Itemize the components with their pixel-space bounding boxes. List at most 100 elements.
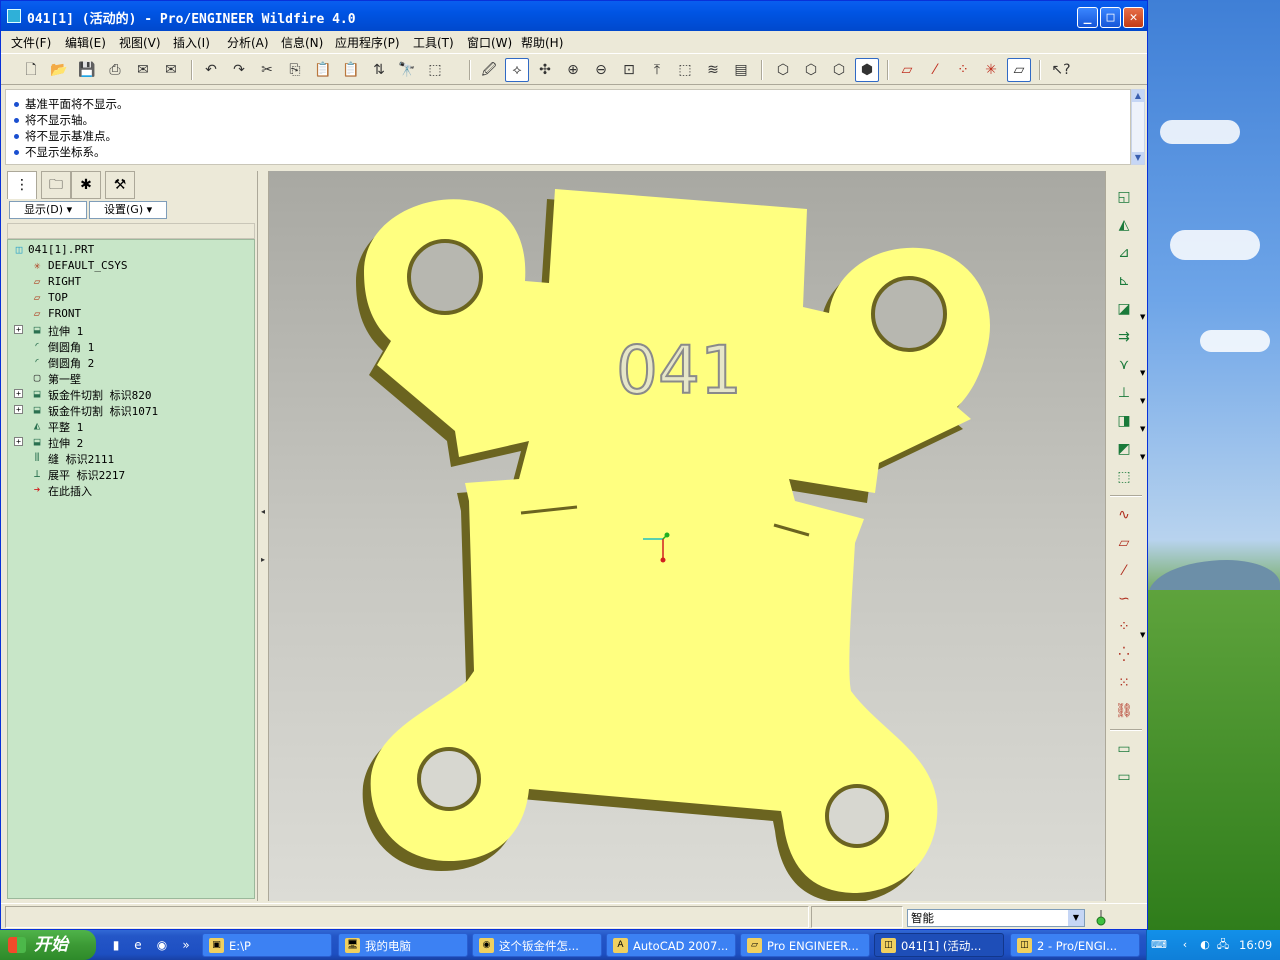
datum-planes-icon[interactable]: ▱ [895,58,919,82]
message-scrollbar[interactable]: ▲ ▼ [1131,89,1145,165]
convert-icon[interactable]: ⬚ [1112,465,1136,489]
show-desktop-icon[interactable]: ▮ [108,937,124,953]
taskbar-button[interactable]: ▣ E:\P [202,933,332,957]
chevron-down-icon[interactable]: ▼ [1068,910,1084,926]
tree-item[interactable]: ▱ TOP [8,290,248,306]
quicklaunch-more-icon[interactable]: » [178,937,194,953]
show-button[interactable]: 显示(D) ▾ [9,201,87,219]
datum-axis-icon[interactable]: ⁄ [1112,559,1136,583]
form-icon[interactable]: ⋎ ▼ [1112,353,1146,377]
menu-applications[interactable]: 应用程序(P) [335,34,400,51]
no-hidden-icon[interactable]: ⬡ [827,58,851,82]
email-icon[interactable]: ✉ [131,58,155,82]
datum-points-icon[interactable]: ⁘ [951,58,975,82]
media-player-icon[interactable]: ◉ [154,937,170,953]
refit-icon[interactable]: ⊡ [617,58,641,82]
tree-item[interactable]: + ⬓ 拉伸 2 [8,434,248,450]
select-box-icon[interactable]: ⬚ [423,58,447,82]
chevron-down-icon[interactable]: ▼ [1140,623,1145,647]
menu-view[interactable]: 视图(V) [119,34,161,51]
taskbar-button[interactable]: 🖥 我的电脑 [338,933,468,957]
network-icon[interactable]: 🖧 [1215,937,1231,953]
minimize-button[interactable]: _ [1077,7,1098,28]
model-view[interactable]: 041 [269,171,1105,901]
print-icon[interactable]: ⎙ [103,58,127,82]
chevron-down-icon[interactable]: ▼ [1140,389,1145,413]
expand-right-icon[interactable]: ▸ [261,555,266,569]
title-bar[interactable]: 041[1] (活动的) - Pro/ENGINEER Wildfire 4.0… [1,1,1147,31]
tree-item[interactable]: + ⬓ 钣金件切割 标识820 [8,386,248,402]
bend-icon[interactable]: ⊥ ▼ [1112,381,1146,405]
taskbar-button[interactable]: ◫ 041[1] (活动... [874,933,1004,957]
save-icon[interactable]: 💾 [75,58,99,82]
new-icon[interactable]: 🗋 [19,58,43,82]
flat-wall-icon[interactable]: ◱ [1112,185,1136,209]
sketch-tool-icon[interactable]: ▭ [1112,737,1136,761]
layers-icon[interactable]: ≋ [701,58,725,82]
favorites-tab[interactable]: ✱ [71,171,101,199]
hidden-line-icon[interactable]: ⬡ [799,58,823,82]
connections-tab[interactable]: ⚒ [105,171,135,199]
folder-browser-tab[interactable]: 🗀 [41,171,71,199]
tree-item[interactable]: ✳ DEFAULT_CSYS [8,258,248,274]
tree-item[interactable]: ⊥ 展平 标识2217 [8,466,248,482]
tree-item[interactable]: ⫴ 缝 标识2111 [8,450,248,466]
flange-icon[interactable]: ◭ [1112,213,1136,237]
context-help-icon[interactable]: ↖? [1049,58,1073,82]
datum-axes-icon[interactable]: ⁄ [923,58,947,82]
redo-icon[interactable]: ↷ [227,58,251,82]
taskbar-button[interactable]: ◉ 这个钣金件怎... [472,933,602,957]
menu-insert[interactable]: 插入(I) [173,34,210,51]
copy-icon[interactable]: ⎘ [283,58,307,82]
datum-plane-icon[interactable]: ▱ [1112,531,1136,555]
sketch-tool-2-icon[interactable]: ▭ [1112,765,1136,789]
bend-back-icon[interactable]: ⊾ [1112,269,1136,293]
selection-filter-select[interactable]: 智能 ▼ [907,909,1085,927]
paste-icon[interactable]: 📋 [311,58,335,82]
view-manager-icon[interactable]: ▤ [729,58,753,82]
menu-info[interactable]: 信息(N) [281,34,323,51]
chevron-down-icon[interactable]: ▼ [1140,305,1145,329]
close-button[interactable]: ✕ [1123,7,1144,28]
chevron-down-icon[interactable]: ▼ [1140,361,1145,385]
datum-point-icon[interactable]: ⁘ ▼ [1112,615,1145,639]
unbend-icon[interactable]: ⊿ [1112,241,1136,265]
spin-center-icon[interactable]: ⟡ [505,58,529,82]
tray-expand-icon[interactable]: ‹ [1177,937,1193,953]
menu-tools[interactable]: 工具(T) [413,34,454,51]
sketch-curve-icon[interactable]: ∽ [1112,587,1136,611]
orient-icon[interactable]: ✣ [533,58,557,82]
csys-icon[interactable]: ✳ [979,58,1003,82]
repaint-icon[interactable]: 🖉 [477,58,501,82]
undo-icon[interactable]: ↶ [199,58,223,82]
cut-icon[interactable]: ◪ ▼ [1112,297,1145,321]
find-icon[interactable]: 🔭 [395,58,419,82]
expand-icon[interactable]: + [14,437,23,446]
email-attach-icon[interactable]: ✉ [159,58,183,82]
taskbar-button[interactable]: ▱ Pro ENGINEER... [740,933,870,957]
expand-icon[interactable]: + [14,325,23,334]
menu-window[interactable]: 窗口(W) [467,34,512,51]
taskbar-button[interactable]: A AutoCAD 2007... [606,933,736,957]
ie-icon[interactable]: e [130,937,146,953]
zoom-out-icon[interactable]: ⊖ [589,58,613,82]
start-button[interactable]: 开始 [0,930,96,960]
paste-special-icon[interactable]: 📋 [339,58,363,82]
menu-edit[interactable]: 编辑(E) [65,34,106,51]
tree-item[interactable]: ◜ 倒圆角 2 [8,354,248,370]
collapse-left-icon[interactable]: ◂ [261,507,266,521]
tree-item[interactable]: ▱ RIGHT [8,274,248,290]
reorient-icon[interactable]: ⤒ [645,58,669,82]
cut-icon[interactable]: ✂ [255,58,279,82]
model-tree-tab[interactable]: ⋮ [7,171,37,199]
tree-item[interactable]: ◭ 平整 1 [8,418,248,434]
antivirus-icon[interactable]: ◐ [1197,937,1213,953]
keyboard-icon[interactable]: ⌨ [1151,937,1167,953]
chevron-down-icon[interactable]: ▼ [1140,417,1145,441]
tree-item[interactable]: + ⬓ 拉伸 1 [8,322,248,338]
scroll-down-icon[interactable]: ▼ [1132,152,1144,164]
scroll-up-icon[interactable]: ▲ [1132,90,1144,102]
corner-relief-icon[interactable]: ◩ ▼ [1112,437,1145,461]
chain-icon[interactable]: ⛓ [1112,699,1136,723]
taskbar-button[interactable]: ◫ 2 - Pro/ENGI... [1010,933,1140,957]
